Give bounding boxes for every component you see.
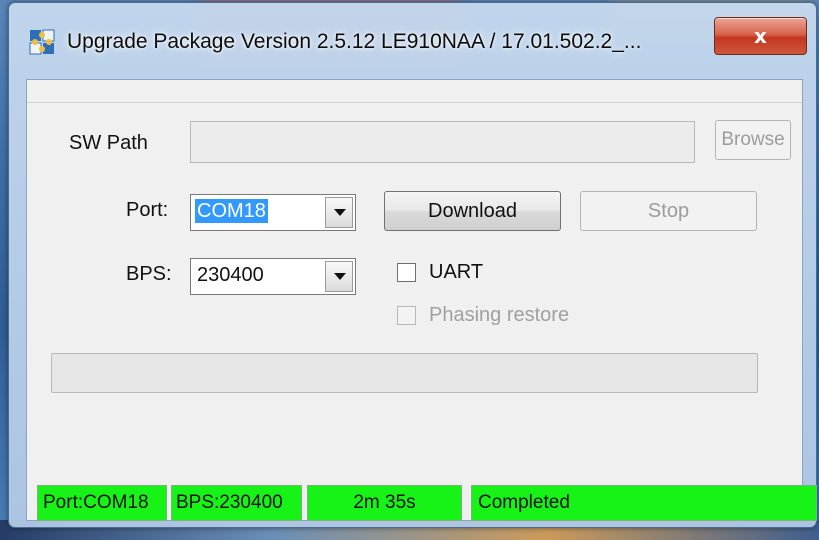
uart-checkbox[interactable] [397, 263, 416, 282]
stop-button[interactable]: Stop [580, 191, 757, 231]
puzzle-app-icon [29, 29, 55, 55]
browse-button[interactable]: Browse [715, 120, 791, 160]
bps-select[interactable]: 230400 [190, 258, 356, 295]
dialog-body: SW Path Browse Port: COM18 Download Stop… [26, 79, 817, 521]
top-divider [27, 102, 802, 103]
phasing-restore-checkbox[interactable] [397, 306, 416, 325]
download-progress-bar [51, 353, 758, 393]
chevron-down-icon[interactable] [325, 261, 353, 292]
phasing-restore-label: Phasing restore [429, 304, 570, 326]
sw-path-label: SW Path [69, 132, 148, 154]
close-button[interactable]: x [714, 17, 807, 55]
port-value: COM18 [195, 199, 268, 223]
port-select[interactable]: COM18 [190, 194, 356, 231]
bps-value: 230400 [197, 264, 264, 286]
uart-label: UART [429, 261, 484, 283]
chevron-down-icon[interactable] [325, 197, 353, 228]
status-state: Completed [471, 485, 817, 521]
status-port: Port:COM18 [37, 485, 167, 521]
port-label: Port: [126, 199, 169, 221]
title-bar[interactable]: Upgrade Package Version 2.5.12 LE910NAA … [9, 3, 816, 79]
bps-label: BPS: [126, 263, 172, 285]
status-bps: BPS:230400 [171, 485, 302, 521]
download-button[interactable]: Download [384, 191, 561, 231]
upgrade-window: Upgrade Package Version 2.5.12 LE910NAA … [8, 2, 817, 528]
sw-path-field[interactable] [190, 121, 695, 163]
window-title: Upgrade Package Version 2.5.12 LE910NAA … [67, 30, 642, 53]
status-elapsed-time: 2m 35s [307, 485, 462, 521]
